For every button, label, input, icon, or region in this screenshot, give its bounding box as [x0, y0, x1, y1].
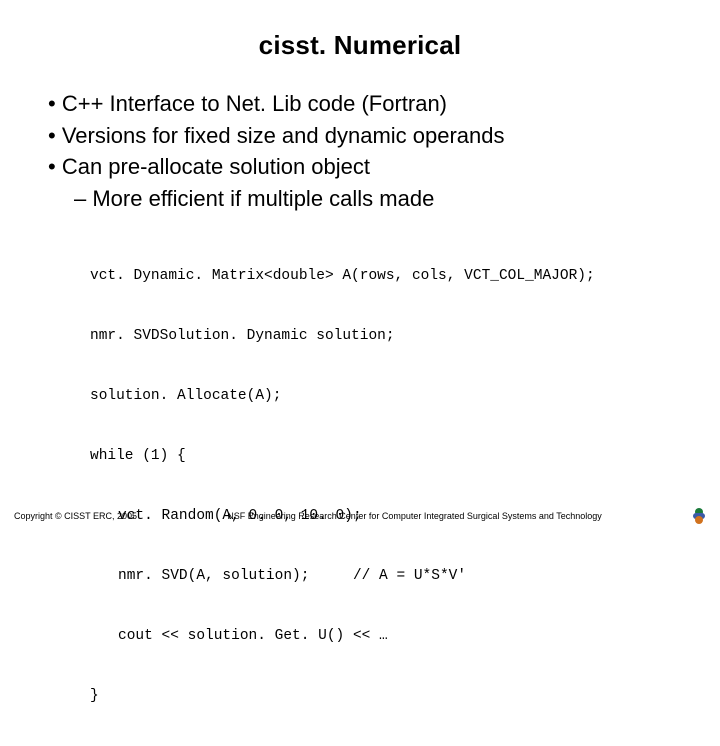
code-line: vct. Dynamic. Matrix<double> A(rows, col…	[90, 266, 672, 286]
slide: cisst. Numerical C++ Interface to Net. L…	[0, 0, 720, 540]
code-line: cout << solution. Get. U() << …	[118, 626, 672, 646]
logo-icon	[692, 508, 706, 524]
bullet-item: C++ Interface to Net. Lib code (Fortran)	[48, 89, 672, 119]
code-line: nmr. SVD(A, solution); // A = U*S*V'	[118, 566, 672, 586]
bullet-subitem: More efficient if multiple calls made	[74, 184, 672, 214]
code-block: vct. Dynamic. Matrix<double> A(rows, col…	[90, 226, 672, 746]
code-line: nmr. SVDSolution. Dynamic solution;	[90, 326, 672, 346]
copyright-text: Copyright © CISST ERC, 2005	[14, 511, 137, 521]
code-line: while (1) {	[90, 446, 672, 466]
footer-center-text: NSF Engineering Research Center for Comp…	[137, 511, 692, 521]
footer: Copyright © CISST ERC, 2005 NSF Engineer…	[0, 508, 720, 524]
code-line: solution. Allocate(A);	[90, 386, 672, 406]
code-line: }	[90, 686, 672, 706]
slide-title: cisst. Numerical	[48, 30, 672, 61]
bullet-list: C++ Interface to Net. Lib code (Fortran)…	[48, 89, 672, 214]
bullet-item: Versions for fixed size and dynamic oper…	[48, 121, 672, 151]
bullet-item: Can pre-allocate solution object	[48, 152, 672, 182]
